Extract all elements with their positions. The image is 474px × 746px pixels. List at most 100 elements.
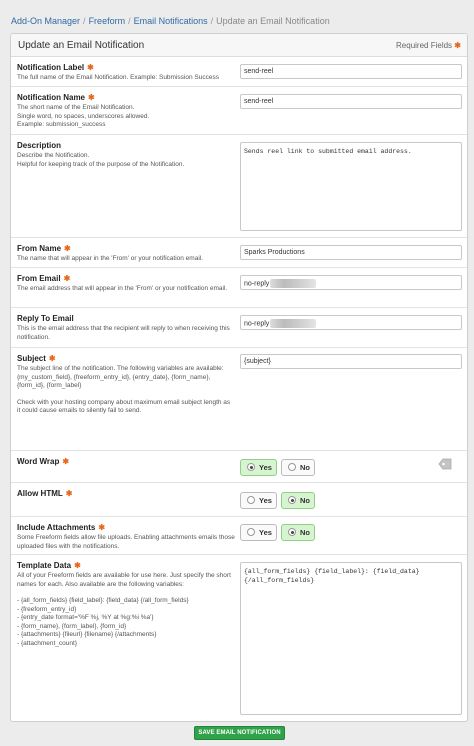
- reply-to-email-input[interactable]: no-reply: [240, 315, 462, 330]
- notification-label-input[interactable]: send-reel: [240, 64, 462, 79]
- allow-html-no-toggle[interactable]: No: [281, 492, 315, 509]
- notification-name-desc: The short name of the Email Notification…: [17, 104, 235, 130]
- radio-icon: [247, 463, 255, 471]
- word-wrap-yes-toggle[interactable]: Yes: [240, 459, 277, 476]
- edit-notification-panel: Update an Email Notification Required Fi…: [10, 33, 468, 722]
- from-name-label: From Name: [17, 244, 62, 253]
- desc-line: - {attachments} {fileurl} {filename} {/a…: [17, 631, 157, 638]
- desc-line: Describe the Notification.: [17, 152, 90, 159]
- required-star-icon: ✱: [63, 274, 71, 283]
- row-subject: Subject ✱ The subject line of the notific…: [11, 348, 467, 451]
- field-label: Subject ✱: [17, 354, 56, 363]
- field-label: Template Data ✱: [17, 561, 81, 570]
- reply-to-email-desc: This is the email address that the recip…: [17, 325, 235, 342]
- desc-line: The email address that will appear in th…: [17, 285, 228, 292]
- field-label: Notification Label ✱: [17, 63, 94, 72]
- toggle-label: No: [300, 528, 310, 537]
- from-email-desc: The email address that will appear in th…: [17, 285, 235, 294]
- field-label: Description: [17, 141, 61, 150]
- field-label: Allow HTML ✱: [17, 489, 72, 498]
- desc-line: This is the email address that the recip…: [17, 325, 230, 341]
- breadcrumb-freeform[interactable]: Freeform: [89, 16, 126, 26]
- allow-html-yes-toggle[interactable]: Yes: [240, 492, 277, 509]
- word-wrap-no-toggle[interactable]: No: [281, 459, 315, 476]
- breadcrumb-separator: /: [128, 16, 131, 26]
- row-from-name: From Name ✱ The name that will appear in …: [11, 238, 467, 268]
- desc-line: Check with your hosting company about ma…: [17, 398, 231, 415]
- notification-name-label: Notification Name: [17, 93, 86, 102]
- breadcrumb-addon-manager[interactable]: Add-On Manager: [11, 16, 80, 26]
- required-star-icon: ✱: [62, 457, 70, 466]
- description-textarea[interactable]: Sends reel link to submitted email addre…: [240, 142, 462, 231]
- row-allow-html: Allow HTML ✱ Yes No: [11, 483, 467, 517]
- template-data-textarea[interactable]: {all_form_fields} {field_label}: {field_…: [240, 562, 462, 715]
- textarea-line: {all_form_fields} {field_label}: {field_…: [244, 568, 420, 575]
- include-attachments-desc: Some Freeform fields allow file uploads.…: [17, 534, 235, 551]
- description-desc: Describe the Notification. Helpful for k…: [17, 152, 235, 169]
- desc-spacer: [17, 589, 235, 597]
- toggle-label: Yes: [259, 528, 272, 537]
- subject-label: Subject: [17, 354, 46, 363]
- breadcrumb-email-notifications[interactable]: Email Notifications: [134, 16, 208, 26]
- field-label: Word Wrap ✱: [17, 457, 69, 466]
- desc-line: - {freeform_entry_id}: [17, 605, 77, 613]
- tag-icon[interactable]: [438, 458, 452, 470]
- required-fields-note: Required Fields ✱: [396, 41, 461, 50]
- subject-desc: The subject line of the notification. Th…: [17, 365, 235, 416]
- row-include-attachments: Include Attachments ✱ Some Freeform field…: [11, 517, 467, 555]
- required-star-icon: ✱: [64, 244, 71, 253]
- radio-icon: [288, 528, 296, 536]
- include-attachments-no-toggle[interactable]: No: [281, 524, 315, 541]
- redacted-text: [270, 319, 317, 328]
- desc-line: - {entry_date format='%F %j, %Y at %g:%i…: [17, 614, 154, 621]
- textarea-line: {/all_form_fields}: [244, 577, 315, 584]
- required-star-icon: ✱: [74, 561, 81, 570]
- panel-header: Update an Email Notification Required Fi…: [11, 34, 467, 57]
- field-label: Reply To Email: [17, 314, 74, 323]
- from-name-input[interactable]: Sparks Productions: [240, 245, 462, 260]
- description-label: Description: [17, 141, 62, 150]
- page-title: Update an Email Notification: [18, 40, 145, 51]
- desc-line: Some Freeform fields allow file uploads.…: [17, 534, 235, 550]
- required-star-icon: ✱: [98, 523, 106, 532]
- radio-icon: [288, 463, 296, 471]
- save-button[interactable]: SAVE EMAIL NOTIFICATION: [194, 726, 285, 740]
- breadcrumb-separator: /: [210, 16, 214, 26]
- toggle-label: No: [300, 463, 310, 472]
- notification-name-input[interactable]: send-reel: [240, 94, 462, 109]
- row-notification-label: Notification Label ✱ The full name of the…: [11, 57, 467, 87]
- desc-line: - {form_name}, {form_label}, {form_id}: [17, 622, 127, 630]
- breadcrumb-current: Update an Email Notification: [216, 16, 330, 26]
- from-email-input[interactable]: no-reply: [240, 275, 462, 290]
- desc-line: The subject line of the notification. Th…: [17, 365, 224, 389]
- radio-icon: [288, 496, 296, 504]
- notification-label-desc: The full name of the Email Notification.…: [17, 74, 235, 83]
- template-data-desc: All of your Freeform fields are availabl…: [17, 572, 235, 648]
- toggle-label: Yes: [259, 496, 272, 505]
- field-label: Include Attachments ✱: [17, 523, 105, 532]
- required-star-icon: ✱: [48, 354, 56, 363]
- desc-line: Helpful for keeping track of the purpose…: [17, 160, 185, 168]
- desc-line: Example: submission_success: [17, 121, 106, 128]
- desc-line: The short name of the Email Notification…: [17, 104, 135, 111]
- include-attachments-label: Include Attachments: [17, 523, 96, 532]
- from-name-desc: The name that will appear in the 'From' …: [17, 255, 235, 264]
- desc-line: The full name of the Email Notification.…: [17, 74, 219, 81]
- include-attachments-yes-toggle[interactable]: Yes: [240, 524, 277, 541]
- radio-icon: [247, 528, 255, 536]
- from-email-value: no-reply: [244, 280, 270, 288]
- field-label: From Name ✱: [17, 244, 71, 253]
- required-star-icon: ✱: [87, 63, 94, 72]
- notification-label-label: Notification Label: [17, 63, 85, 72]
- redacted-text: [270, 279, 317, 288]
- toggle-label: No: [300, 496, 310, 505]
- desc-line: Single word, no spaces, underscores allo…: [17, 112, 150, 120]
- row-reply-to-email: Reply To Email This is the email address…: [11, 308, 467, 348]
- required-fields-label: Required Fields: [396, 41, 453, 50]
- subject-input[interactable]: {subject}: [240, 354, 462, 369]
- desc-line: - {attachment_count}: [17, 639, 77, 647]
- radio-icon: [247, 496, 255, 504]
- row-notification-name: Notification Name ✱ The short name of the…: [11, 87, 467, 135]
- word-wrap-label: Word Wrap: [17, 457, 60, 466]
- reply-to-email-label: Reply To Email: [17, 314, 74, 323]
